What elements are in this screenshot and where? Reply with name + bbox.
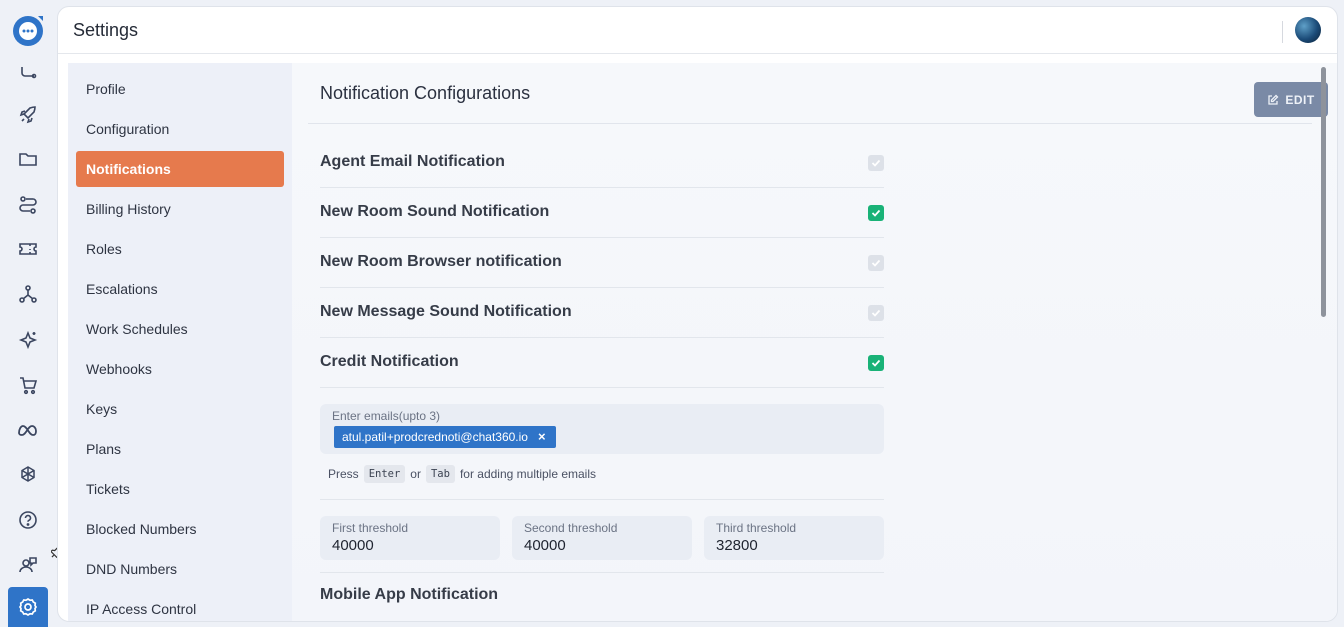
submenu-item-billing-history[interactable]: Billing History <box>76 191 284 227</box>
check-icon <box>871 259 881 267</box>
check-icon <box>871 309 881 317</box>
settings-nav-active[interactable] <box>8 587 48 627</box>
credit-notification-checkbox[interactable] <box>868 355 884 371</box>
threshold-label: Third threshold <box>716 521 797 535</box>
threshold-label: Second threshold <box>524 521 618 535</box>
edit-icon <box>1268 94 1279 105</box>
submenu-item-notifications[interactable]: Notifications <box>76 151 284 187</box>
panel-header: Notification Configurations EDIT <box>308 63 1328 124</box>
settings-submenu: Profile Configuration Notifications Bill… <box>68 63 292 621</box>
check-icon <box>871 359 881 367</box>
edit-button-label: EDIT <box>1285 92 1315 107</box>
agent-support-icon[interactable] <box>16 553 40 577</box>
new-room-browser-checkbox[interactable] <box>868 255 884 271</box>
scrollbar-thumb[interactable] <box>1321 67 1326 317</box>
submenu-item-dnd-numbers[interactable]: DND Numbers <box>76 551 284 587</box>
third-threshold-field[interactable]: Third threshold 32800 <box>704 516 884 560</box>
notification-settings-panel: Notification Configurations EDIT Agent E… <box>292 63 1337 621</box>
remove-email-icon[interactable]: × <box>538 426 546 448</box>
check-icon <box>871 209 881 217</box>
flow-icon[interactable] <box>16 192 40 216</box>
notification-label: New Room Browser notification <box>320 253 562 270</box>
notification-label: New Room Sound Notification <box>320 203 550 220</box>
ticket-icon[interactable] <box>16 237 40 261</box>
notification-row: New Message Sound Notification <box>320 288 884 338</box>
email-input-label: Enter emails(upto 3) <box>332 409 441 423</box>
hint-suffix: for adding multiple emails <box>459 467 597 481</box>
submenu-item-keys[interactable]: Keys <box>76 391 284 427</box>
notification-row: New Room Sound Notification <box>320 188 884 238</box>
email-chip: atul.patil+prodcrednoti@chat360.io × <box>334 426 556 448</box>
agent-email-checkbox[interactable] <box>868 155 884 171</box>
cart-icon[interactable] <box>16 373 40 397</box>
check-icon <box>871 159 881 167</box>
notification-row: Credit Notification <box>320 338 884 388</box>
chat-logo-icon[interactable] <box>12 14 45 47</box>
help-icon[interactable] <box>16 508 40 532</box>
avatar[interactable] <box>1295 17 1321 43</box>
submenu-item-ip-access-control[interactable]: IP Access Control <box>76 591 284 621</box>
email-hint: Press Enter or Tab for adding multiple e… <box>328 465 596 483</box>
new-room-sound-checkbox[interactable] <box>868 205 884 221</box>
enter-key-badge: Enter <box>363 465 406 483</box>
network-icon[interactable] <box>16 282 40 306</box>
route-icon[interactable] <box>16 61 40 85</box>
hint-or: or <box>410 467 421 481</box>
email-input[interactable]: Enter emails(upto 3) atul.patil+prodcred… <box>320 404 884 454</box>
submenu-item-plans[interactable]: Plans <box>76 431 284 467</box>
scrollbar[interactable] <box>1321 63 1327 621</box>
rocket-icon[interactable] <box>16 103 40 127</box>
notification-label: New Message Sound Notification <box>320 303 572 320</box>
first-threshold-field[interactable]: First threshold 40000 <box>320 516 500 560</box>
new-message-sound-checkbox[interactable] <box>868 305 884 321</box>
submenu-item-escalations[interactable]: Escalations <box>76 271 284 307</box>
threshold-value: 40000 <box>332 537 374 554</box>
icon-rail <box>0 0 56 627</box>
topbar-divider <box>1282 21 1283 43</box>
notification-label: Agent Email Notification <box>320 153 505 170</box>
submenu-item-roles[interactable]: Roles <box>76 231 284 267</box>
edit-button[interactable]: EDIT <box>1254 82 1328 117</box>
folder-icon[interactable] <box>16 147 40 171</box>
panel-heading: Notification Configurations <box>320 83 531 103</box>
notification-row: New Room Browser notification <box>320 238 884 288</box>
tab-key-badge: Tab <box>425 465 455 483</box>
divider <box>320 572 884 573</box>
submenu-item-work-schedules[interactable]: Work Schedules <box>76 311 284 347</box>
threshold-label: First threshold <box>332 521 409 535</box>
threshold-value: 32800 <box>716 537 758 554</box>
openai-icon[interactable] <box>16 463 40 487</box>
top-bar: Settings <box>58 7 1337 54</box>
settings-card: Settings Profile Configuration Notificat… <box>57 6 1338 622</box>
settings-icon <box>18 598 38 616</box>
email-chip-label: atul.patil+prodcrednoti@chat360.io <box>342 430 528 444</box>
notification-label: Credit Notification <box>320 353 459 370</box>
submenu-item-configuration[interactable]: Configuration <box>76 111 284 147</box>
submenu-item-profile[interactable]: Profile <box>76 71 284 107</box>
notification-row: Agent Email Notification <box>320 138 884 188</box>
submenu-item-blocked-numbers[interactable]: Blocked Numbers <box>76 511 284 547</box>
threshold-value: 40000 <box>524 537 566 554</box>
mobile-app-notification-heading: Mobile App Notification <box>320 586 499 603</box>
meta-icon[interactable] <box>16 418 40 442</box>
divider <box>320 499 884 500</box>
second-threshold-field[interactable]: Second threshold 40000 <box>512 516 692 560</box>
sparkle-icon[interactable] <box>16 328 40 352</box>
page-title: Settings <box>73 20 139 40</box>
submenu-item-webhooks[interactable]: Webhooks <box>76 351 284 387</box>
hint-prefix: Press <box>328 467 359 481</box>
submenu-item-tickets[interactable]: Tickets <box>76 471 284 507</box>
